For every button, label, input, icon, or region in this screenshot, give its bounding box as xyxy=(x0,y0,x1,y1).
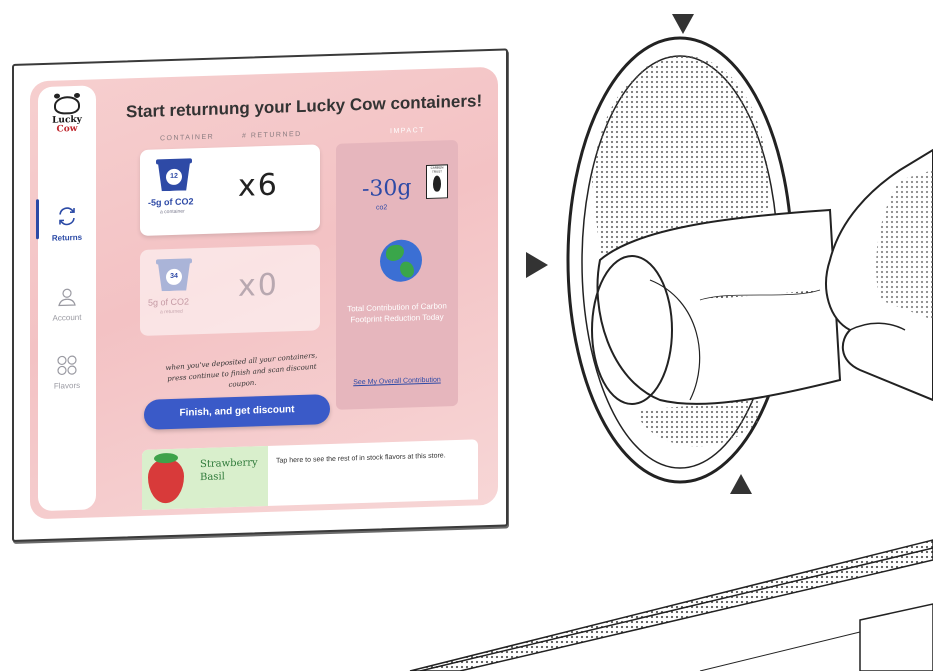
counter-sketch xyxy=(409,539,933,671)
scanner-illustration xyxy=(409,14,933,671)
arrow-left-icon xyxy=(526,252,548,278)
arrow-bottom-icon xyxy=(730,474,752,494)
arrow-top-icon xyxy=(672,14,694,34)
